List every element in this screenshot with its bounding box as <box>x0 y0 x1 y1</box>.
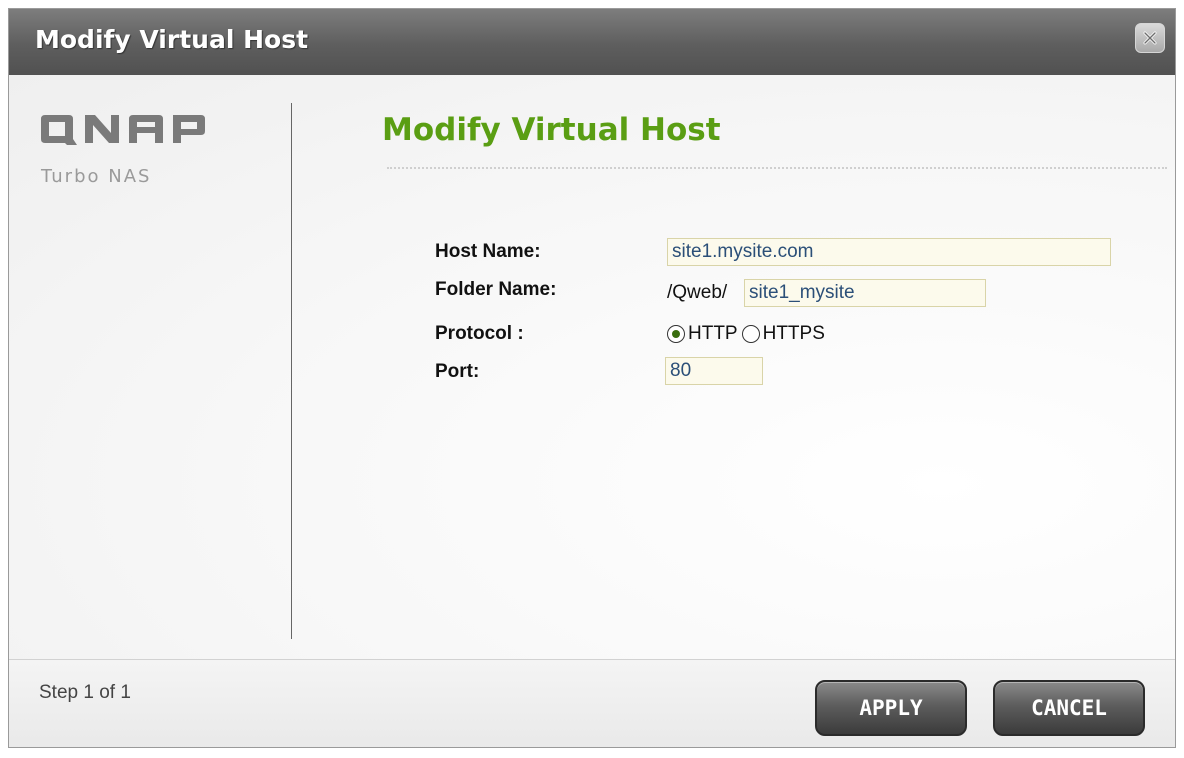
port-field[interactable]: 80 <box>665 357 763 385</box>
dotted-separator <box>387 167 1167 169</box>
http-radio-label[interactable]: HTTP <box>688 323 738 345</box>
brand-subtitle: Turbo NAS <box>41 166 152 187</box>
folder-name-label: Folder Name: <box>435 279 557 300</box>
close-icon <box>1143 31 1157 45</box>
host-name-label: Host Name: <box>435 241 541 262</box>
close-button[interactable] <box>1135 23 1165 53</box>
modify-virtual-host-dialog: Modify Virtual Host Turbo NAS Modify Vir… <box>8 8 1176 748</box>
protocol-radio-group: HTTP HTTPS <box>667 322 825 346</box>
port-label: Port: <box>435 361 480 382</box>
protocol-label: Protocol : <box>435 323 524 344</box>
radio-selected-dot <box>672 330 680 338</box>
folder-name-field[interactable]: site1_mysite <box>744 279 986 307</box>
http-radio[interactable] <box>667 325 685 343</box>
step-indicator: Step 1 of 1 <box>39 682 131 703</box>
page-heading: Modify Virtual Host <box>382 112 721 148</box>
vertical-divider <box>291 103 292 639</box>
dialog-footer: Step 1 of 1 APPLY CANCEL <box>9 659 1175 747</box>
title-bar: Modify Virtual Host <box>9 9 1175 76</box>
apply-button[interactable]: APPLY <box>815 680 967 736</box>
cancel-button[interactable]: CANCEL <box>993 680 1145 736</box>
folder-prefix: /Qweb/ <box>667 282 728 303</box>
dialog-body: Turbo NAS Modify Virtual Host Host Name:… <box>9 75 1175 659</box>
window-title: Modify Virtual Host <box>35 25 309 54</box>
https-radio[interactable] <box>741 325 760 343</box>
https-radio-label[interactable]: HTTPS <box>763 323 825 345</box>
qnap-logo <box>41 115 205 145</box>
host-name-field[interactable]: site1.mysite.com <box>667 238 1111 266</box>
